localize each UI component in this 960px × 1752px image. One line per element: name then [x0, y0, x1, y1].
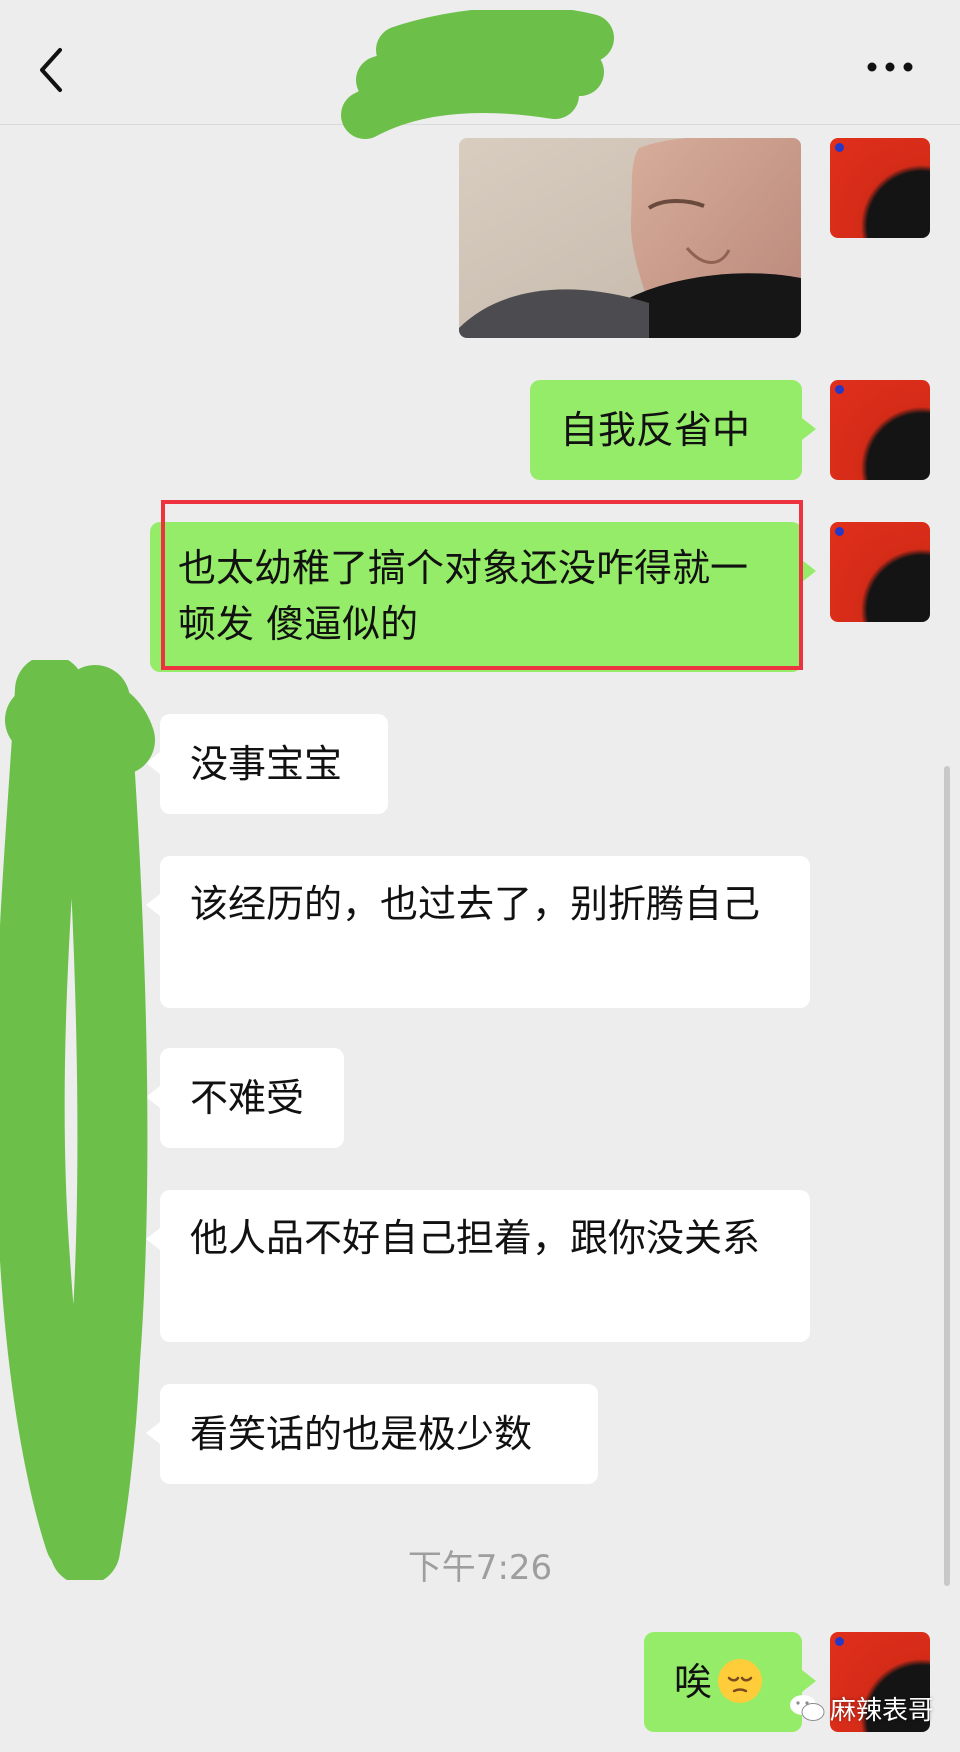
watermark-text: 麻辣表哥 [830, 1695, 935, 1726]
wechat-icon [790, 1695, 825, 1721]
their-message-bubble[interactable]: 不难受 [146, 1048, 344, 1148]
their-message-bubble[interactable]: 没事宝宝 [146, 714, 388, 814]
photo-image [459, 138, 801, 338]
pensive-face-icon [718, 1659, 763, 1703]
their-message-bubble[interactable]: 他人品不好自己担着，跟你没关系 [146, 1190, 810, 1342]
my-avatar[interactable] [830, 522, 930, 622]
message-text: 也太幼稚了搞个对象还没咋得就一顿发 傻逼似的 [178, 546, 749, 646]
scrollbar[interactable] [944, 766, 950, 1586]
my-avatar[interactable] [830, 380, 930, 480]
my-avatar[interactable] [830, 138, 930, 238]
message-text: 没事宝宝 [190, 742, 343, 786]
more-horizontal-icon [867, 62, 913, 72]
my-message-bubble[interactable]: 也太幼稚了搞个对象还没咋得就一顿发 傻逼似的 [150, 522, 816, 672]
my-message-bubble[interactable]: 自我反省中 [530, 380, 816, 480]
message-text: 唉 [674, 1660, 713, 1704]
message-text: 该经历的，也过去了，别折腾自己 [190, 882, 761, 926]
my-message-bubble[interactable]: 唉 [644, 1632, 816, 1732]
more-options-button[interactable] [862, 52, 922, 82]
message-text: 他人品不好自己担着，跟你没关系 [190, 1216, 761, 1260]
message-text: 不难受 [190, 1076, 305, 1120]
avatar-redaction-scribble [0, 660, 155, 1580]
their-message-bubble[interactable]: 该经历的，也过去了，别折腾自己 [146, 856, 810, 1008]
message-text: 自我反省中 [560, 408, 751, 452]
back-button[interactable] [30, 40, 74, 100]
chevron-left-icon [40, 48, 62, 92]
sent-photo[interactable] [459, 138, 801, 338]
message-timestamp: 下午7:26 [407, 1548, 553, 1588]
name-redaction-scribble [341, 10, 614, 139]
message-text: 看笑话的也是极少数 [190, 1412, 533, 1456]
their-message-bubble[interactable]: 看笑话的也是极少数 [146, 1384, 598, 1484]
watermark: 麻辣表哥 [788, 1688, 934, 1728]
